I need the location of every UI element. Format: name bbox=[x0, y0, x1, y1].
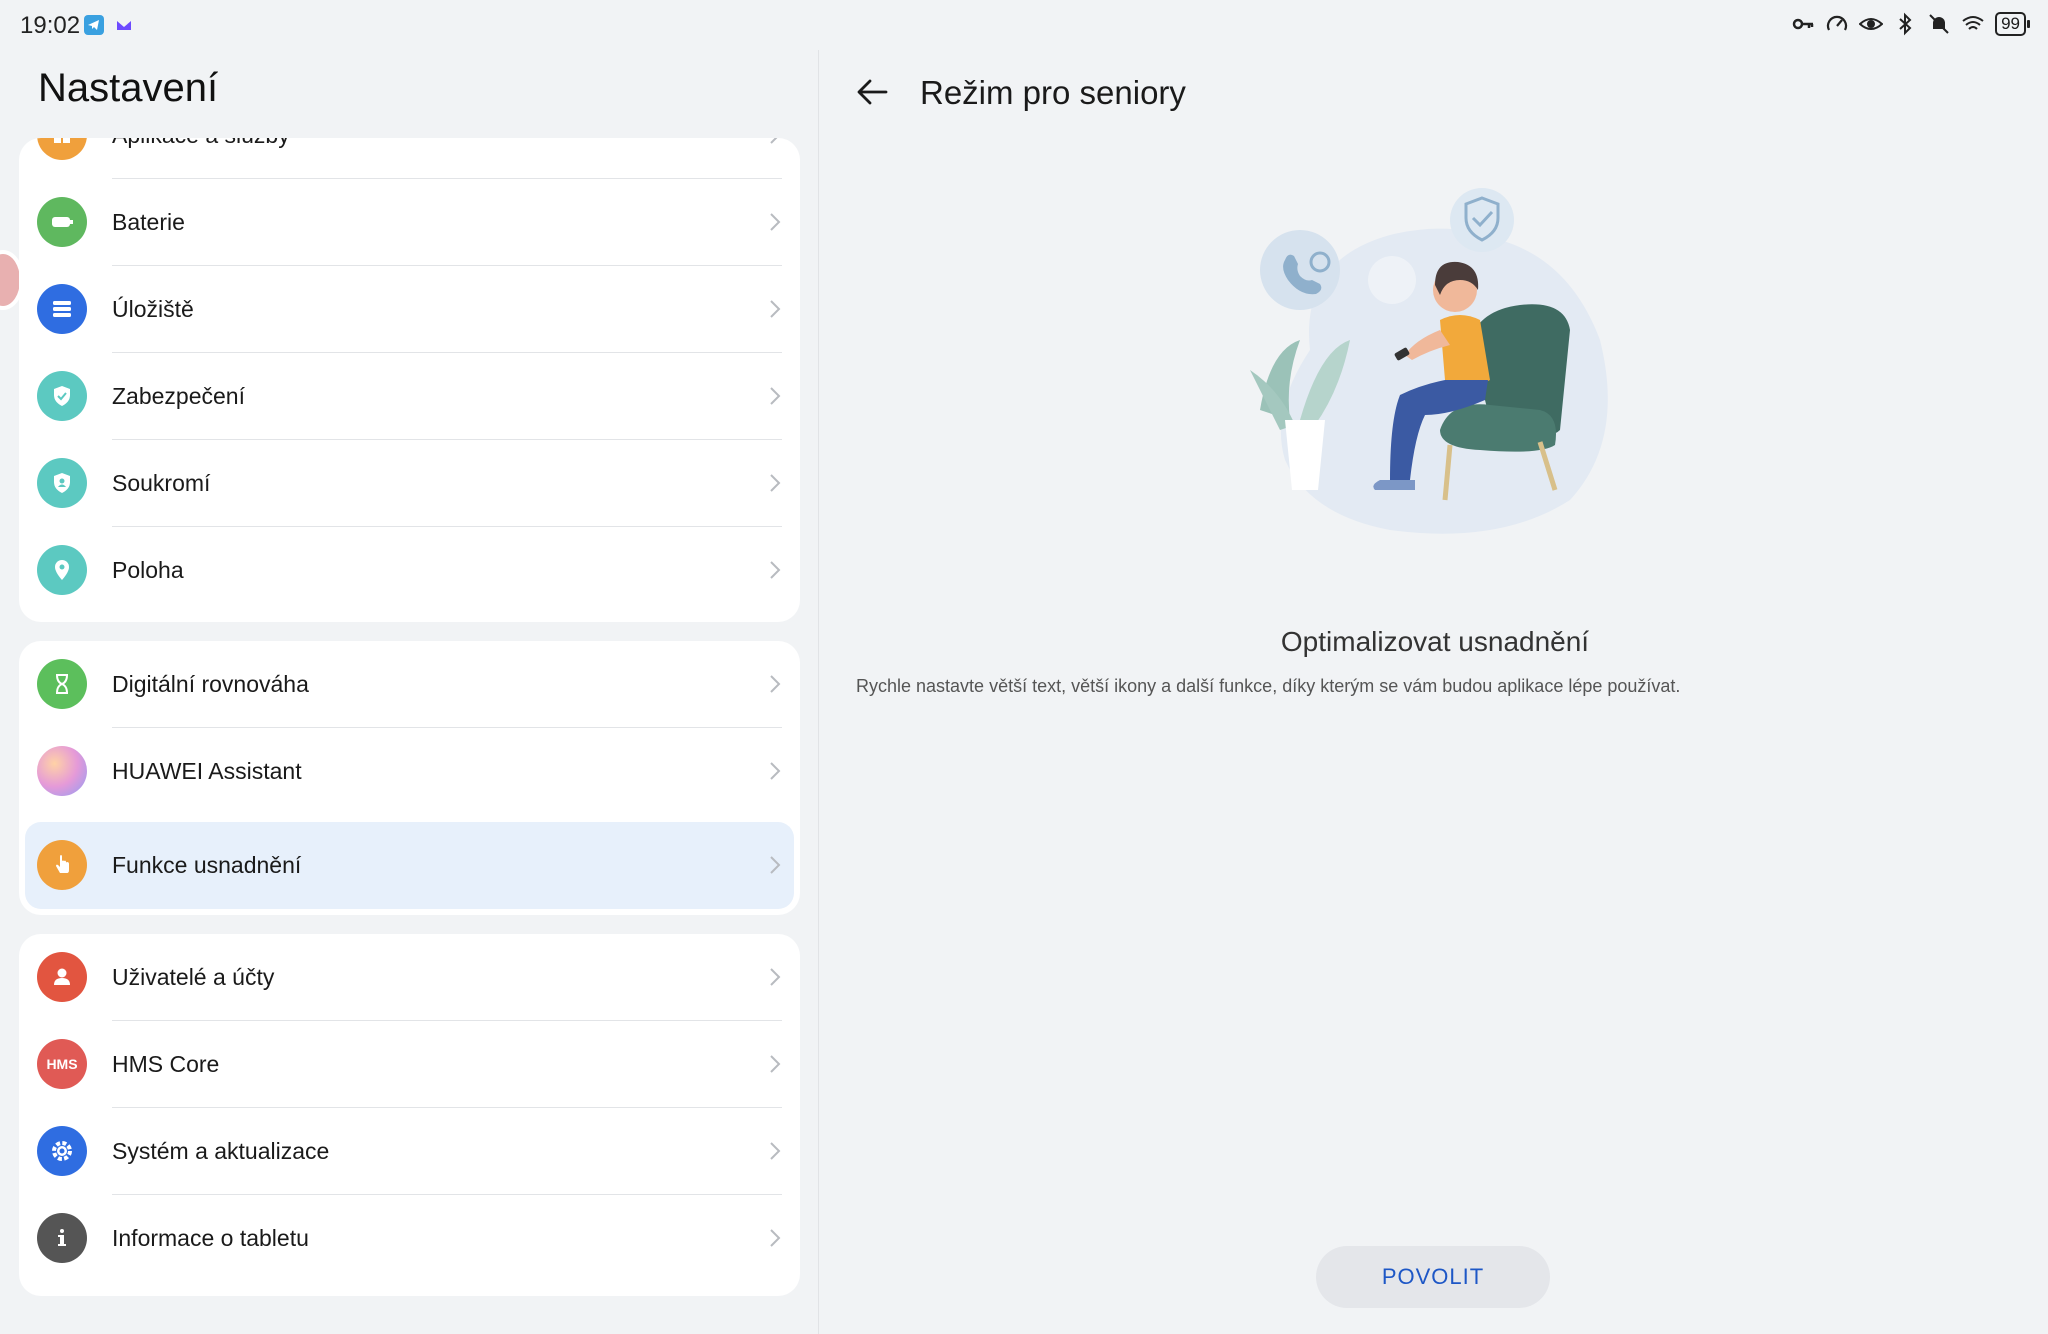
settings-item-label: Uživatelé a účty bbox=[112, 964, 275, 990]
settings-item-label: Úložiště bbox=[112, 296, 194, 322]
battery-icon bbox=[37, 197, 87, 247]
settings-item-storage[interactable]: Úložiště bbox=[19, 266, 800, 353]
settings-item-label: Aplikace a služby bbox=[112, 138, 290, 179]
settings-item-users[interactable]: Uživatelé a účty bbox=[19, 934, 800, 1021]
location-icon bbox=[37, 545, 87, 595]
chevron-right-icon bbox=[770, 1229, 781, 1247]
settings-group-1: Aplikace a služby Baterie Úložiště Zabez… bbox=[19, 138, 800, 622]
chevron-right-icon bbox=[770, 1142, 781, 1160]
settings-item-label: Systém a aktualizace bbox=[112, 1138, 330, 1164]
shield-check-icon bbox=[37, 371, 87, 421]
hms-icon: HMS bbox=[37, 1039, 87, 1089]
proton-mail-icon bbox=[114, 15, 134, 35]
settings-group-2: Digitální rovnováha HUAWEI Assistant Fun… bbox=[19, 641, 800, 915]
info-icon bbox=[37, 1213, 87, 1263]
page-title: Režim pro seniory bbox=[920, 74, 1186, 111]
settings-item-accessibility[interactable]: Funkce usnadnění bbox=[25, 822, 794, 909]
settings-item-label: Soukromí bbox=[112, 470, 211, 496]
settings-title: Nastavení bbox=[38, 66, 219, 110]
accessibility-hand-icon bbox=[37, 840, 87, 890]
bluetooth-icon bbox=[1899, 12, 1912, 36]
mute-icon bbox=[1929, 14, 1949, 34]
assistant-icon bbox=[37, 746, 87, 796]
chevron-right-icon bbox=[770, 856, 781, 874]
chevron-right-icon bbox=[770, 300, 781, 318]
settings-item-label: Digitální rovnováha bbox=[112, 671, 309, 697]
settings-item-battery[interactable]: Baterie bbox=[19, 179, 800, 266]
hourglass-icon bbox=[37, 659, 87, 709]
senior-mode-illustration bbox=[1250, 188, 1608, 534]
eye-icon bbox=[1859, 18, 1884, 30]
settings-group-3: Uživatelé a účty HMS HMS Core Systém a a… bbox=[19, 934, 800, 1296]
privacy-icon bbox=[37, 458, 87, 508]
settings-item-label: Zabezpečení bbox=[112, 383, 245, 409]
settings-item-label: Baterie bbox=[112, 209, 185, 235]
chevron-right-icon bbox=[770, 474, 781, 492]
key-icon bbox=[1792, 18, 1814, 30]
enable-button[interactable]: POVOLIT bbox=[1316, 1246, 1550, 1308]
settings-item-privacy[interactable]: Soukromí bbox=[19, 440, 800, 527]
chevron-right-icon bbox=[770, 968, 781, 986]
feature-description: Rychle nastavte větší text, větší ikony … bbox=[856, 676, 1681, 696]
settings-item-digital-balance[interactable]: Digitální rovnováha bbox=[19, 641, 800, 728]
chevron-right-icon bbox=[770, 213, 781, 231]
chevron-right-icon bbox=[770, 762, 781, 780]
battery-indicator: 99 bbox=[1995, 12, 2030, 36]
settings-item-about-tablet[interactable]: Informace o tabletu bbox=[19, 1195, 800, 1282]
telegram-icon bbox=[84, 15, 104, 35]
settings-item-huawei-assistant[interactable]: HUAWEI Assistant bbox=[19, 728, 800, 815]
back-arrow-icon[interactable] bbox=[852, 72, 892, 112]
settings-item-security[interactable]: Zabezpečení bbox=[19, 353, 800, 440]
settings-item-location[interactable]: Poloha bbox=[19, 527, 800, 614]
settings-item-system-update[interactable]: Systém a aktualizace bbox=[19, 1108, 800, 1195]
chevron-right-icon bbox=[770, 1055, 781, 1073]
settings-item-label: Funkce usnadnění bbox=[112, 852, 302, 878]
speedometer-icon bbox=[1827, 15, 1848, 31]
gear-icon bbox=[37, 1126, 87, 1176]
feature-heading: Optimalizovat usnadnění bbox=[1280, 626, 1590, 657]
panel-divider bbox=[818, 50, 819, 1334]
chevron-right-icon bbox=[770, 561, 781, 579]
settings-item-label: HMS Core bbox=[112, 1051, 220, 1077]
settings-item-apps[interactable]: Aplikace a služby bbox=[19, 138, 800, 179]
status-time: 19:02 bbox=[20, 12, 81, 39]
storage-icon bbox=[37, 284, 87, 334]
chevron-right-icon bbox=[770, 387, 781, 405]
settings-item-label: Informace o tabletu bbox=[112, 1225, 309, 1251]
wifi-icon bbox=[1962, 16, 1984, 30]
chevron-right-icon bbox=[770, 675, 781, 693]
chevron-right-icon bbox=[770, 138, 778, 144]
settings-item-hms-core[interactable]: HMS HMS Core bbox=[19, 1021, 800, 1108]
apps-icon bbox=[37, 138, 87, 160]
status-bar: 19:02 99 bbox=[0, 0, 2048, 50]
settings-item-label: HUAWEI Assistant bbox=[112, 758, 302, 784]
user-icon bbox=[37, 952, 87, 1002]
settings-item-label: Poloha bbox=[112, 557, 184, 583]
